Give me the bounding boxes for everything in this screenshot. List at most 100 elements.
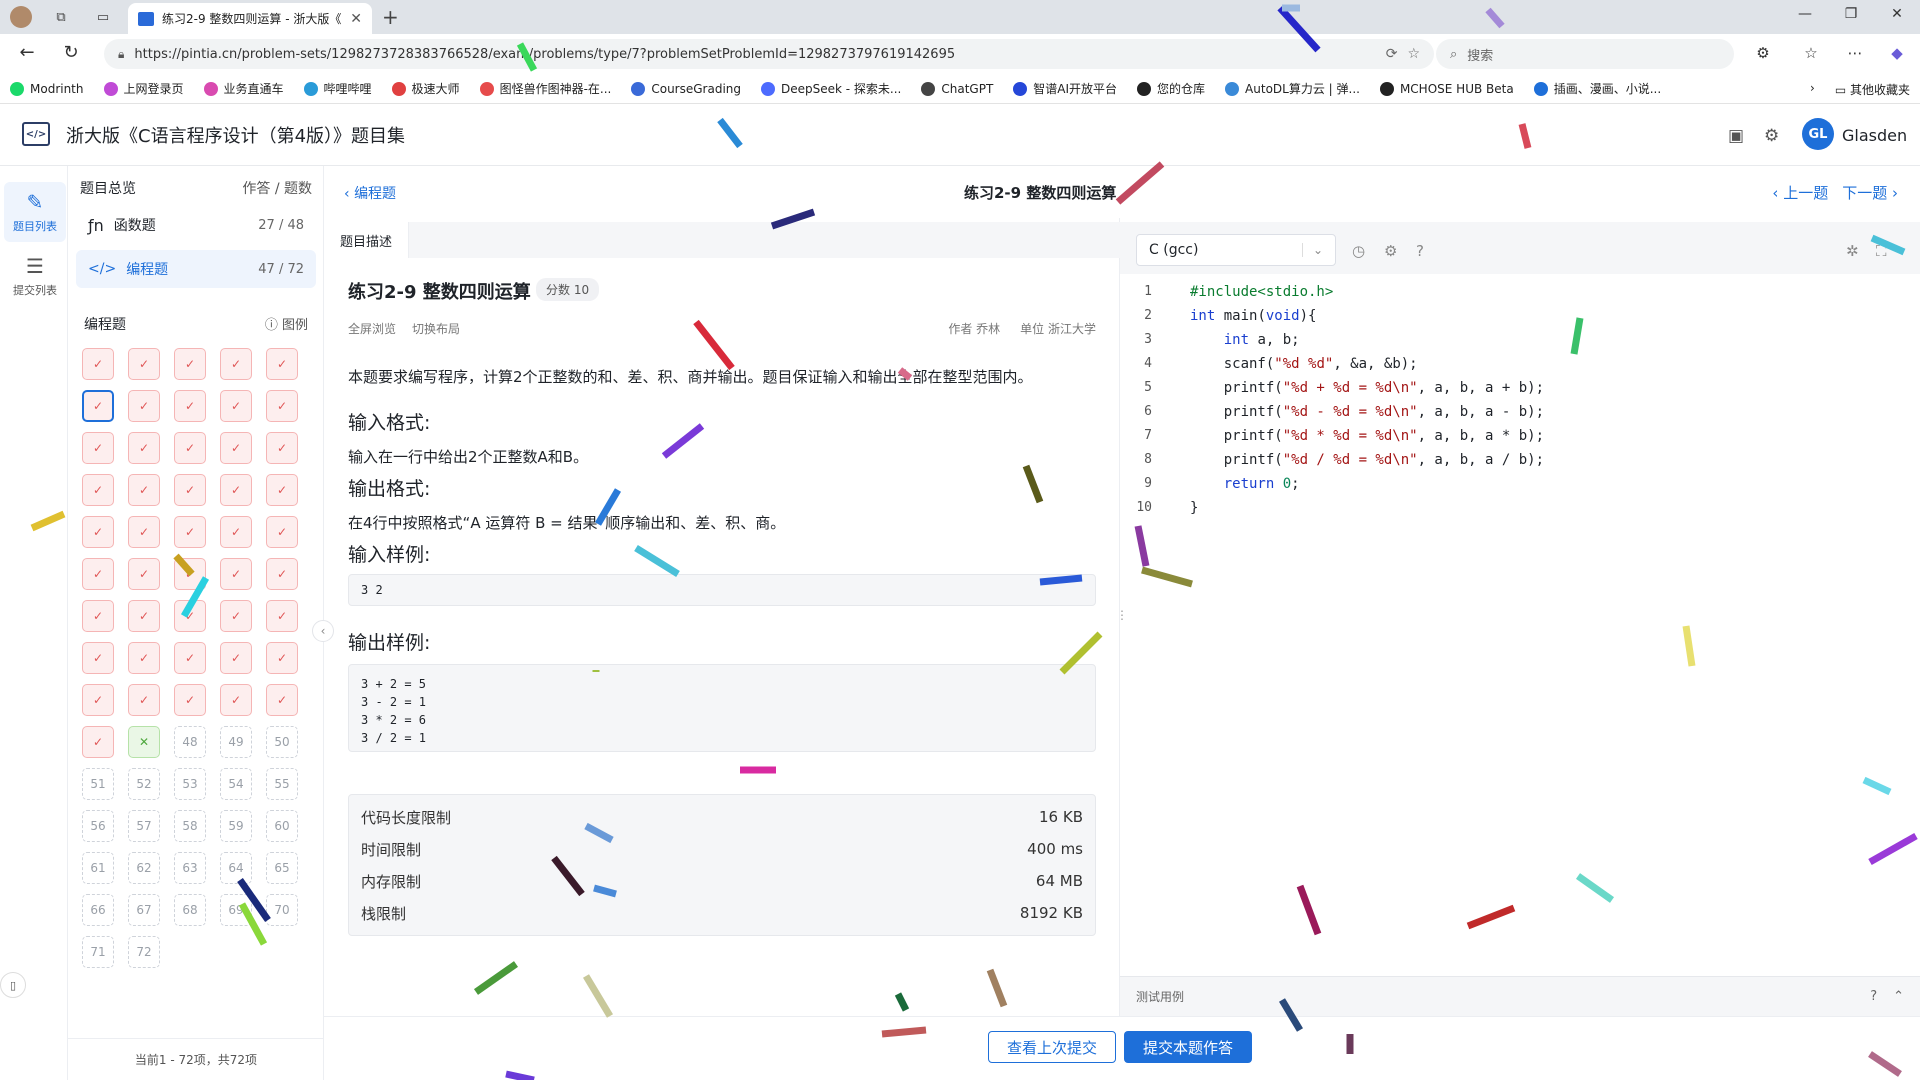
problem-cell-unattempted[interactable]: 61 xyxy=(82,852,114,884)
problem-cell-unattempted[interactable]: 68 xyxy=(174,894,206,926)
problem-cell-accepted[interactable]: ✓ xyxy=(128,390,160,422)
type-programming-problems[interactable]: </> 编程题 47 / 72 xyxy=(76,250,316,288)
problem-cell-accepted[interactable]: ✓ xyxy=(82,516,114,548)
debug-icon[interactable]: ✲ xyxy=(1846,242,1859,260)
tab-description[interactable]: 题目描述 xyxy=(324,222,410,258)
problem-cell-unattempted[interactable]: 49 xyxy=(220,726,252,758)
problem-cell-accepted[interactable]: ✓ xyxy=(174,348,206,380)
history-icon[interactable]: ◷ xyxy=(1352,242,1365,260)
switch-layout-link[interactable]: 切换布局 xyxy=(412,320,460,337)
problem-cell-accepted[interactable]: ✓ xyxy=(82,348,114,380)
legend-button[interactable]: ⓘ 图例 xyxy=(265,314,308,334)
problem-cell-accepted[interactable]: ✓ xyxy=(220,432,252,464)
problem-cell-unattempted[interactable]: 56 xyxy=(82,810,114,842)
bookmark-item[interactable]: 上网登录页 xyxy=(103,80,184,97)
problem-cell-accepted[interactable]: ✓ xyxy=(220,474,252,506)
problem-cell-unattempted[interactable]: 52 xyxy=(128,768,160,800)
favorite-star-icon[interactable]: ☆ xyxy=(1407,46,1420,62)
problem-cell-accepted[interactable]: ✓ xyxy=(174,684,206,716)
problem-cell-unattempted[interactable]: 54 xyxy=(220,768,252,800)
favorites-icon[interactable]: ☆ xyxy=(1800,44,1822,62)
problem-cell-accepted[interactable]: ✓ xyxy=(220,642,252,674)
problem-cell-accepted[interactable]: ✓ xyxy=(266,558,298,590)
problem-cell-wrong[interactable]: ✕ xyxy=(128,726,160,758)
settings-gear-icon[interactable]: ⚙ xyxy=(1764,126,1779,146)
rail-item-problem-list[interactable]: ✎ 题目列表 xyxy=(4,182,66,242)
expand-chevron-up-icon[interactable]: ⌃ xyxy=(1893,989,1904,1004)
problem-cell-accepted[interactable]: ✓ xyxy=(174,474,206,506)
bookmark-item[interactable]: CourseGrading xyxy=(631,81,741,96)
problem-cell-unattempted[interactable]: 70 xyxy=(266,894,298,926)
bookmark-item[interactable]: ChatGPT xyxy=(921,81,993,96)
problem-cell-unattempted[interactable]: 65 xyxy=(266,852,298,884)
url-field[interactable]: 🔒︎ https://pintia.cn/problem-sets/129827… xyxy=(104,39,1434,69)
help-icon[interactable]: ? xyxy=(1416,242,1424,260)
other-favorites-folder[interactable]: ▭ 其他收藏夹 xyxy=(1835,81,1910,98)
browser-search-field[interactable]: ⌕ 搜索 xyxy=(1436,39,1734,69)
problem-cell-accepted[interactable]: ✓ xyxy=(220,390,252,422)
view-last-submission-button[interactable]: 查看上次提交 xyxy=(988,1031,1116,1063)
problem-cell-accepted[interactable]: ✓ xyxy=(128,684,160,716)
problem-cell-accepted[interactable]: ✓ xyxy=(220,348,252,380)
problem-cell-accepted[interactable]: ✓ xyxy=(220,684,252,716)
problem-cell-accepted[interactable]: ✓ xyxy=(266,684,298,716)
collapse-panel-chevron-icon[interactable]: ‹ xyxy=(312,620,334,642)
problem-cell-accepted[interactable]: ✓ xyxy=(128,432,160,464)
extensions-icon[interactable]: ⚙ xyxy=(1752,44,1774,62)
submit-answer-button[interactable]: 提交本题作答 xyxy=(1124,1031,1252,1063)
problem-cell-accepted[interactable]: ✓ xyxy=(174,642,206,674)
problem-cell-accepted[interactable]: ✓ xyxy=(82,642,114,674)
problem-cell-unattempted[interactable]: 69 xyxy=(220,894,252,926)
problem-cell-unattempted[interactable]: 57 xyxy=(128,810,160,842)
close-tab-icon[interactable]: ✕ xyxy=(350,11,362,27)
problem-cell-unattempted[interactable]: 51 xyxy=(82,768,114,800)
pane-splitter-handle[interactable]: ⋮ xyxy=(1116,608,1128,630)
problem-cell-accepted[interactable]: ✓ xyxy=(266,432,298,464)
problem-cell-current[interactable]: ✓ xyxy=(82,390,114,422)
problem-cell-unattempted[interactable]: 72 xyxy=(128,936,160,968)
problem-cell-unattempted[interactable]: 53 xyxy=(174,768,206,800)
close-window-icon[interactable]: ✕ xyxy=(1882,6,1912,22)
reload-icon[interactable]: ↻ xyxy=(58,42,84,66)
problem-cell-unattempted[interactable]: 62 xyxy=(128,852,160,884)
next-problem-link[interactable]: 下一题 › xyxy=(1842,182,1898,203)
bookmark-item[interactable]: 业务直通车 xyxy=(203,80,284,97)
workspaces-icon[interactable]: ⧉ xyxy=(50,6,72,28)
fullscreen-editor-icon[interactable]: ⛶ xyxy=(1876,242,1887,260)
user-name[interactable]: Glasden xyxy=(1842,126,1907,145)
problem-cell-accepted[interactable]: ✓ xyxy=(266,600,298,632)
problem-cell-unattempted[interactable]: 64 xyxy=(220,852,252,884)
problem-cell-accepted[interactable]: ✓ xyxy=(174,516,206,548)
tab-actions-icon[interactable]: ▭ xyxy=(92,6,114,28)
problem-cell-unattempted[interactable]: 59 xyxy=(220,810,252,842)
problem-cell-unattempted[interactable]: 71 xyxy=(82,936,114,968)
testcase-help-icon[interactable]: ? xyxy=(1870,989,1877,1004)
problem-cell-accepted[interactable]: ✓ xyxy=(266,348,298,380)
rail-item-submissions[interactable]: ☰ 提交列表 xyxy=(4,246,66,306)
type-function-problems[interactable]: ƒn 函数题 27 / 48 xyxy=(76,206,316,244)
problem-cell-accepted[interactable]: ✓ xyxy=(82,684,114,716)
problem-cell-accepted[interactable]: ✓ xyxy=(174,558,206,590)
problem-cell-accepted[interactable]: ✓ xyxy=(220,516,252,548)
problem-cell-unattempted[interactable]: 60 xyxy=(266,810,298,842)
problem-cell-accepted[interactable]: ✓ xyxy=(220,558,252,590)
problem-cell-accepted[interactable]: ✓ xyxy=(266,642,298,674)
back-icon[interactable]: ← xyxy=(14,42,40,66)
problem-cell-accepted[interactable]: ✓ xyxy=(82,558,114,590)
minimize-icon[interactable]: — xyxy=(1790,6,1820,22)
problem-cell-accepted[interactable]: ✓ xyxy=(174,600,206,632)
problem-cell-unattempted[interactable]: 67 xyxy=(128,894,160,926)
avatar[interactable]: GL xyxy=(1802,118,1834,150)
editor-settings-icon[interactable]: ⚙ xyxy=(1384,242,1397,260)
bookmark-item[interactable]: Modrinth xyxy=(10,81,84,96)
problem-cell-accepted[interactable]: ✓ xyxy=(266,474,298,506)
fullscreen-link[interactable]: 全屏浏览 xyxy=(348,320,396,337)
more-menu-icon[interactable]: ⋯ xyxy=(1844,44,1866,62)
problem-cell-unattempted[interactable]: 50 xyxy=(266,726,298,758)
problem-cell-accepted[interactable]: ✓ xyxy=(128,600,160,632)
problem-cell-accepted[interactable]: ✓ xyxy=(82,726,114,758)
bookmarks-chevron-icon[interactable]: › xyxy=(1810,81,1815,98)
problem-cell-accepted[interactable]: ✓ xyxy=(128,348,160,380)
problem-cell-accepted[interactable]: ✓ xyxy=(82,474,114,506)
bookmark-item[interactable]: AutoDL算力云 | 弹... xyxy=(1225,80,1360,97)
